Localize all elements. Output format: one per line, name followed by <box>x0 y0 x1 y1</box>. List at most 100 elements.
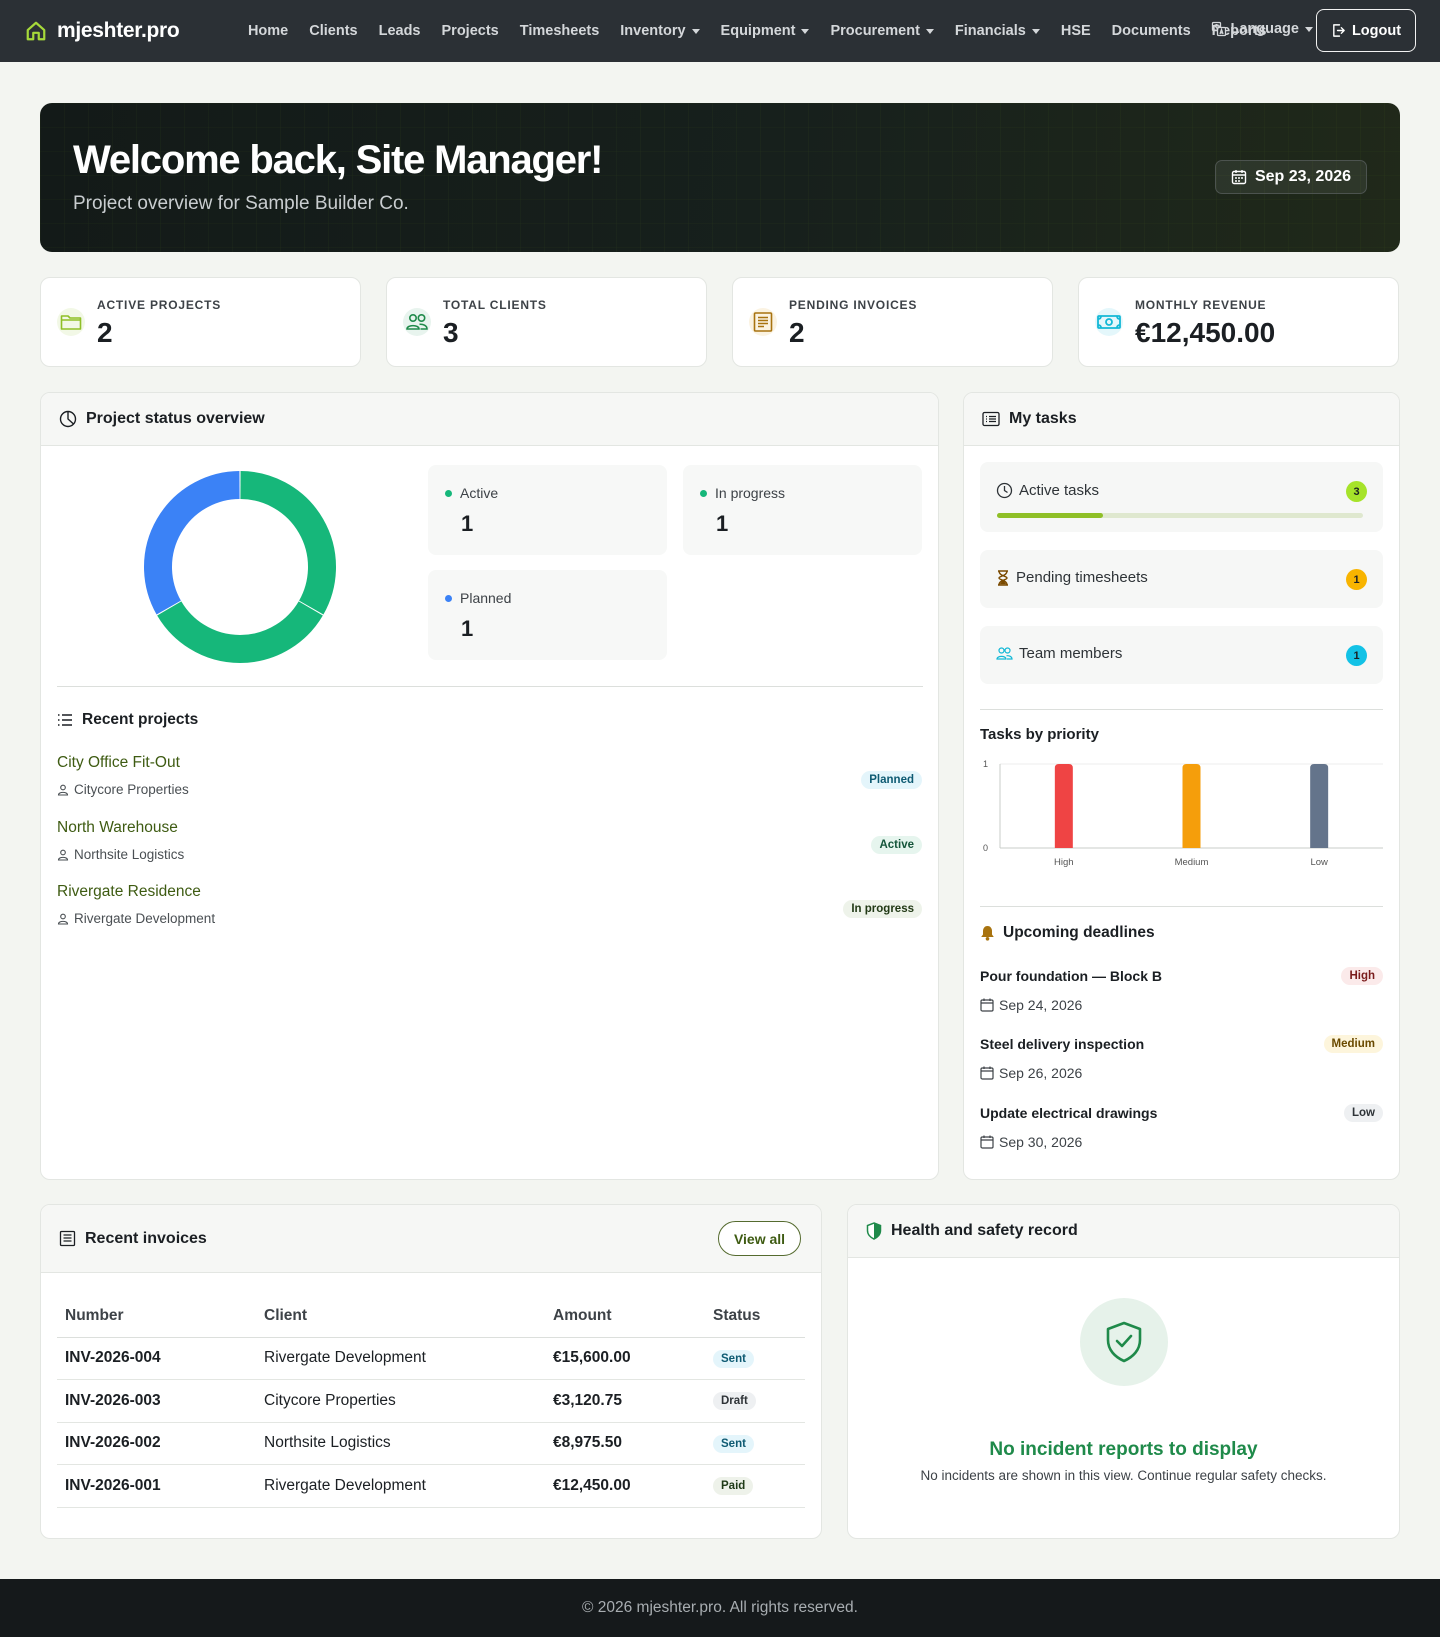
nav-item-timesheets[interactable]: Timesheets <box>509 23 610 39</box>
invoice-status-cell: Sent <box>705 1422 805 1465</box>
nav-item-label: Projects <box>441 23 499 39</box>
deadline-title[interactable]: Steel delivery inspection <box>980 1036 1144 1052</box>
invoice-number[interactable]: INV-2026-004 <box>57 1337 256 1380</box>
x-tick-label: Medium <box>1175 857 1209 868</box>
project-client-name: Rivergate Development <box>74 911 216 926</box>
folder-icon <box>57 308 85 336</box>
hourglass-icon <box>998 569 1008 586</box>
deadline-title[interactable]: Pour foundation — Block B <box>980 968 1162 984</box>
nav-item-label: Financials <box>954 23 1026 39</box>
stat-value: 2 <box>789 317 805 348</box>
table-row[interactable]: INV-2026-004 Rivergate Development €15,6… <box>57 1337 805 1380</box>
pending-timesheets-card[interactable]: Pending timesheets 1 <box>980 550 1383 608</box>
tasks-by-priority-chart: 0 1 High Medium Low <box>983 759 1383 868</box>
stat-value: €12,450.00 <box>1135 317 1276 348</box>
invoice-number[interactable]: INV-2026-003 <box>57 1379 256 1423</box>
status-label: In progress <box>700 485 785 501</box>
status-badge: Planned <box>861 771 922 789</box>
brand-logo[interactable]: mjeshter.pro <box>25 19 180 43</box>
nav-item-language[interactable]: Language <box>1200 21 1323 37</box>
invoices-table: Number Client Amount Status INV-2026-004… <box>57 1295 805 1508</box>
project-link[interactable]: City Office Fit-Out <box>57 754 180 772</box>
nav-item-label: Home <box>247 23 289 39</box>
nav-item-clients[interactable]: Clients <box>299 23 368 39</box>
table-row[interactable]: INV-2026-003 Citycore Properties €3,120.… <box>57 1379 805 1423</box>
stat-label: ACTIVE PROJECTS <box>97 298 222 312</box>
bar-high[interactable] <box>1054 764 1073 848</box>
status-box-in-progress: In progress 1 <box>683 465 922 555</box>
invoice-number[interactable]: INV-2026-002 <box>57 1422 256 1465</box>
team-icon <box>996 647 1013 660</box>
bar-medium[interactable] <box>1182 764 1201 848</box>
recent-projects-heading: Recent projects <box>57 711 198 729</box>
invoice-number[interactable]: INV-2026-001 <box>57 1464 256 1508</box>
nav-item-financials[interactable]: Financials <box>944 23 1050 39</box>
table-row[interactable]: INV-2026-001 Rivergate Development €12,4… <box>57 1464 805 1508</box>
status-label: Planned <box>445 590 511 606</box>
home-logo-icon <box>26 21 46 41</box>
nav-item-procurement[interactable]: Procurement <box>820 23 944 39</box>
empty-state-text: No incidents are shown in this view. Con… <box>920 1468 1327 1483</box>
nav-item-documents[interactable]: Documents <box>1101 23 1201 39</box>
project-link[interactable]: Rivergate Residence <box>57 883 201 901</box>
nav-item-hse[interactable]: HSE <box>1050 23 1101 39</box>
x-tick-label: Low <box>1310 857 1328 868</box>
recent-projects-title: Recent projects <box>82 711 199 728</box>
column-header[interactable]: Status <box>705 1295 805 1338</box>
panel-header: Project status overview <box>41 393 938 446</box>
column-header[interactable]: Number <box>57 1295 256 1338</box>
deadline-date-text: Sep 24, 2026 <box>999 997 1083 1013</box>
view-all-button[interactable]: View all <box>718 1221 801 1256</box>
donut-slice-in-progress[interactable] <box>157 600 323 663</box>
active-tasks-card[interactable]: Active tasks 3 <box>980 462 1383 532</box>
stat-label: MONTHLY REVENUE <box>1135 298 1267 312</box>
nav-item-label: Procurement <box>830 23 920 39</box>
nav-item-inventory[interactable]: Inventory <box>610 23 710 39</box>
panel-title: My tasks <box>1009 410 1077 427</box>
status-badge: Draft <box>713 1392 756 1411</box>
status-label-text: In progress <box>715 485 786 501</box>
divider <box>980 906 1383 907</box>
x-tick-label: High <box>1054 857 1074 868</box>
nav-item-projects[interactable]: Projects <box>431 23 509 39</box>
project-client: Rivergate Development <box>57 911 215 926</box>
column-header[interactable]: Amount <box>545 1295 705 1338</box>
logout-button[interactable]: Logout <box>1316 9 1416 52</box>
panel-header: My tasks <box>964 393 1399 446</box>
donut-slice-active[interactable] <box>239 471 336 615</box>
nav-item-label: HSE <box>1060 23 1091 39</box>
nav-item-leads[interactable]: Leads <box>368 23 431 39</box>
table-row[interactable]: INV-2026-002 Northsite Logistics €8,975.… <box>57 1422 805 1465</box>
deadline-title[interactable]: Update electrical drawings <box>980 1105 1157 1121</box>
stat-card-active-projects: ACTIVE PROJECTS 2 <box>40 277 361 367</box>
nav-item-home[interactable]: Home <box>237 23 298 39</box>
chevron-down-icon <box>925 28 934 34</box>
invoice-amount: €12,450.00 <box>545 1464 705 1508</box>
status-label-text: Planned <box>460 590 512 606</box>
nav-item-equipment[interactable]: Equipment <box>710 23 820 39</box>
project-link[interactable]: North Warehouse <box>57 819 178 837</box>
receipt-icon <box>749 308 777 336</box>
task-label-text: Team members <box>1019 645 1123 662</box>
bar-low[interactable] <box>1310 764 1329 848</box>
invoice-amount: €15,600.00 <box>545 1337 705 1380</box>
page-title: Welcome back, Site Manager! <box>73 138 603 182</box>
team-members-card[interactable]: Team members 1 <box>980 626 1383 684</box>
empty-state-title: No incident reports to display <box>989 1439 1258 1460</box>
panel-title: Recent invoices <box>85 1229 207 1247</box>
calendar-icon <box>980 1066 994 1080</box>
shield-icon <box>866 1222 882 1240</box>
bell-icon <box>981 926 994 941</box>
person-icon <box>57 849 69 861</box>
priority-chart-heading: Tasks by priority <box>980 726 1099 743</box>
project-client-name: Citycore Properties <box>74 782 189 797</box>
calendar-icon <box>980 1135 994 1149</box>
panel-header: Health and safety record <box>848 1205 1399 1258</box>
count-badge: 1 <box>1346 645 1367 666</box>
column-header[interactable]: Client <box>256 1295 545 1338</box>
deadline-date: Sep 24, 2026 <box>980 997 1082 1013</box>
donut-slice-planned[interactable] <box>144 471 241 615</box>
invoice-amount: €3,120.75 <box>545 1379 705 1423</box>
recent-invoices-panel: Recent invoices View all Number Client A… <box>40 1204 822 1539</box>
invoice-status-cell: Sent <box>705 1337 805 1380</box>
